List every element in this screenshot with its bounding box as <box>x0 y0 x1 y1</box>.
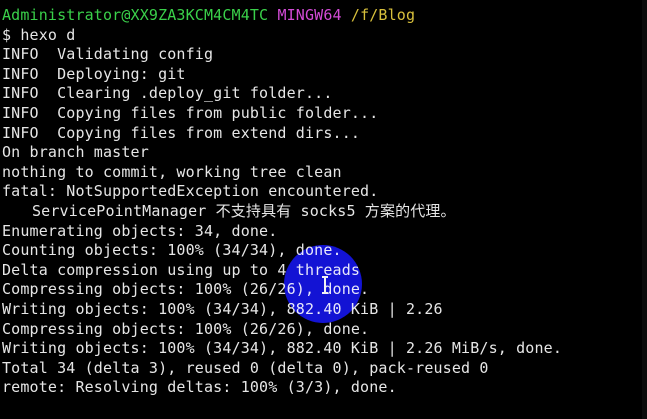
output-line: Writing objects: 100% (34/34), 882.40 Ki… <box>2 299 443 318</box>
output-line: On branch master <box>2 143 149 162</box>
output-line: nothing to commit, working tree clean <box>2 162 342 181</box>
prompt-line: Administrator@XX9ZA3KCM4CM4TC MINGW64 /f… <box>2 6 647 26</box>
output-line: INFO Clearing .deploy_git folder... <box>2 84 333 103</box>
output-line: fatal: NotSupportedException encountered… <box>2 182 379 201</box>
output-line: INFO Copying files from public folder... <box>2 103 379 122</box>
prompt-shell: MINGW64 <box>277 6 342 24</box>
output-line: remote: Resolving deltas: 100% (3/3), do… <box>2 378 397 397</box>
output-line: INFO Validating config <box>2 45 214 64</box>
prompt-user-host: Administrator@XX9ZA3KCM4CM4TC <box>2 6 269 24</box>
prompt-path: /f/Blog <box>350 6 416 24</box>
output-line: Compressing objects: 100% (26/26), done. <box>2 280 370 299</box>
output-line: Counting objects: 100% (34/34), done. <box>2 241 342 260</box>
scrollbar[interactable] <box>642 0 647 419</box>
output-line: INFO Deploying: git <box>2 64 186 83</box>
output-line: Enumerating objects: 34, done. <box>2 221 278 240</box>
output-line: ServicePointManager 不支持具有 socks5 方案的代理。 <box>32 201 456 220</box>
terminal-window[interactable]: Administrator@XX9ZA3KCM4CM4TC MINGW64 /f… <box>0 0 647 419</box>
output-line: Compressing objects: 100% (26/26), done. <box>2 319 370 338</box>
output-line: Writing objects: 100% (34/34), 882.40 Ki… <box>2 339 563 358</box>
output-line: INFO Copying files from extend dirs... <box>2 123 361 142</box>
command-line[interactable]: $ hexo d <box>2 26 647 46</box>
output-line: Total 34 (delta 3), reused 0 (delta 0), … <box>2 358 489 377</box>
output-line: Delta compression using up to 4 threads <box>2 260 361 279</box>
